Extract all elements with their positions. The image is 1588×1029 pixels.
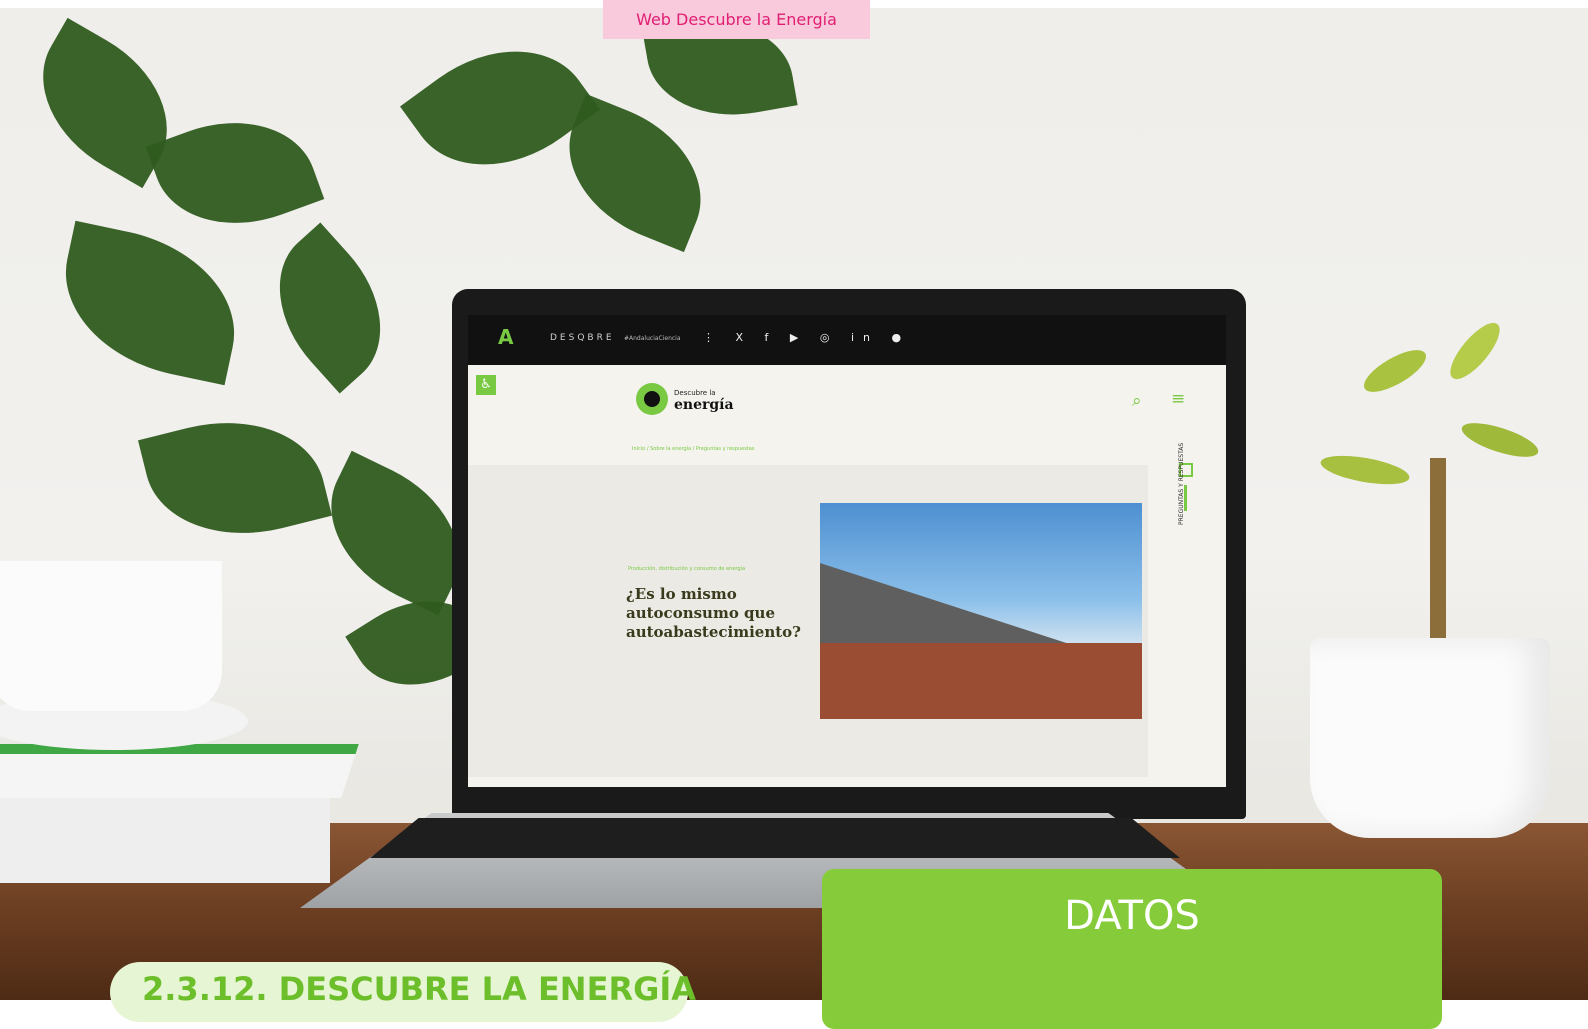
article-title[interactable]: ¿Es lo mismo autoconsumo que autoabastec… bbox=[626, 585, 806, 642]
photo-scene: A DESQBRE #AndaluciaCiencia ⋮ X f ▶ ◎ in… bbox=[0, 8, 1588, 1000]
book bbox=[0, 744, 359, 798]
flower-pot bbox=[1310, 638, 1550, 838]
energy-logo-icon bbox=[636, 383, 668, 415]
coffee-cup bbox=[0, 561, 222, 711]
social-icons[interactable]: ⋮ X f ▶ ◎ in ● bbox=[703, 331, 910, 344]
plant-leaf bbox=[138, 399, 332, 557]
datos-box[interactable]: DATOS bbox=[822, 869, 1442, 1029]
accessibility-icon[interactable]: ♿ bbox=[476, 375, 496, 395]
laptop-keyboard bbox=[370, 818, 1180, 858]
plant-leaf bbox=[145, 95, 325, 251]
site-topbar: A DESQBRE #AndaluciaCiencia ⋮ X f ▶ ◎ in… bbox=[468, 315, 1226, 365]
article-category[interactable]: Producción, distribución y consumo de en… bbox=[628, 566, 745, 572]
succulent-plant bbox=[1318, 315, 1542, 638]
laptop-screen: A DESQBRE #AndaluciaCiencia ⋮ X f ▶ ◎ in… bbox=[468, 315, 1226, 787]
breadcrumb[interactable]: Inicio / Sobre la energía / Preguntas y … bbox=[632, 446, 754, 452]
section-title-pill: 2.3.12. DESCUBRE LA ENERGÍA bbox=[110, 962, 696, 1022]
brand-big-text: energía bbox=[674, 397, 734, 413]
house-wall bbox=[820, 643, 1142, 719]
hashtag-label: #AndaluciaCiencia bbox=[624, 335, 681, 342]
plant-leaf bbox=[400, 12, 600, 204]
menu-icon[interactable]: ≡ bbox=[1171, 389, 1185, 409]
book bbox=[0, 783, 330, 883]
sidebar-section-label[interactable]: PREGUNTAS Y RESPUESTAS bbox=[1178, 443, 1185, 525]
desqbre-logo: DESQBRE bbox=[550, 333, 615, 343]
plant-leaf bbox=[48, 220, 252, 386]
brand-small-text: Descubre la bbox=[674, 389, 716, 397]
junta-logo-icon: A bbox=[498, 325, 514, 349]
header-tab[interactable]: Web Descubre la Energía bbox=[603, 0, 870, 39]
plant-leaf bbox=[246, 222, 414, 394]
article-image bbox=[820, 503, 1142, 719]
search-icon[interactable]: ⌕ bbox=[1132, 391, 1142, 411]
